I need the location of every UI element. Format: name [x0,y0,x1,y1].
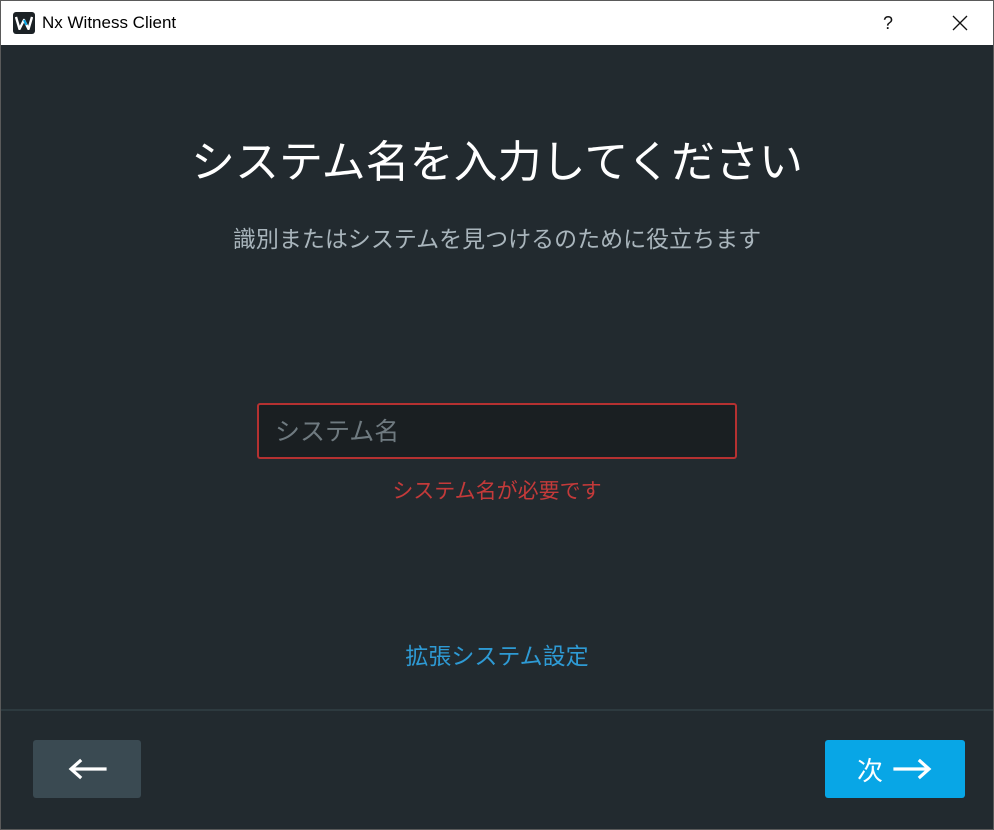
page-title: システム名を入力してください [190,137,804,188]
setup-page: システム名を入力してください 識別またはシステムを見つけるのために役立ちます シ… [1,45,993,709]
advanced-settings-link-row: 拡張システム設定 [1,642,993,672]
nx-witness-logo-icon [13,12,35,34]
validation-error: システム名が必要です [392,479,602,503]
close-icon [952,15,968,31]
next-button-label: 次 [856,756,883,787]
app-window: Nx Witness Client ? システム名を入力してください 識別または… [0,0,994,830]
footer: 次 [1,711,993,829]
back-button[interactable] [33,740,141,798]
advanced-settings-link[interactable]: 拡張システム設定 [405,644,588,670]
arrow-left-icon [68,758,107,780]
title-bar: Nx Witness Client ? [1,1,993,45]
close-button[interactable] [937,1,983,45]
help-button[interactable]: ? [865,1,911,45]
system-name-input[interactable] [257,403,737,459]
next-button[interactable]: 次 [825,740,965,798]
page-subtitle: 識別またはシステムを見つけるのために役立ちます [232,227,762,253]
window-title: Nx Witness Client [42,13,177,32]
arrow-right-icon [893,758,932,780]
